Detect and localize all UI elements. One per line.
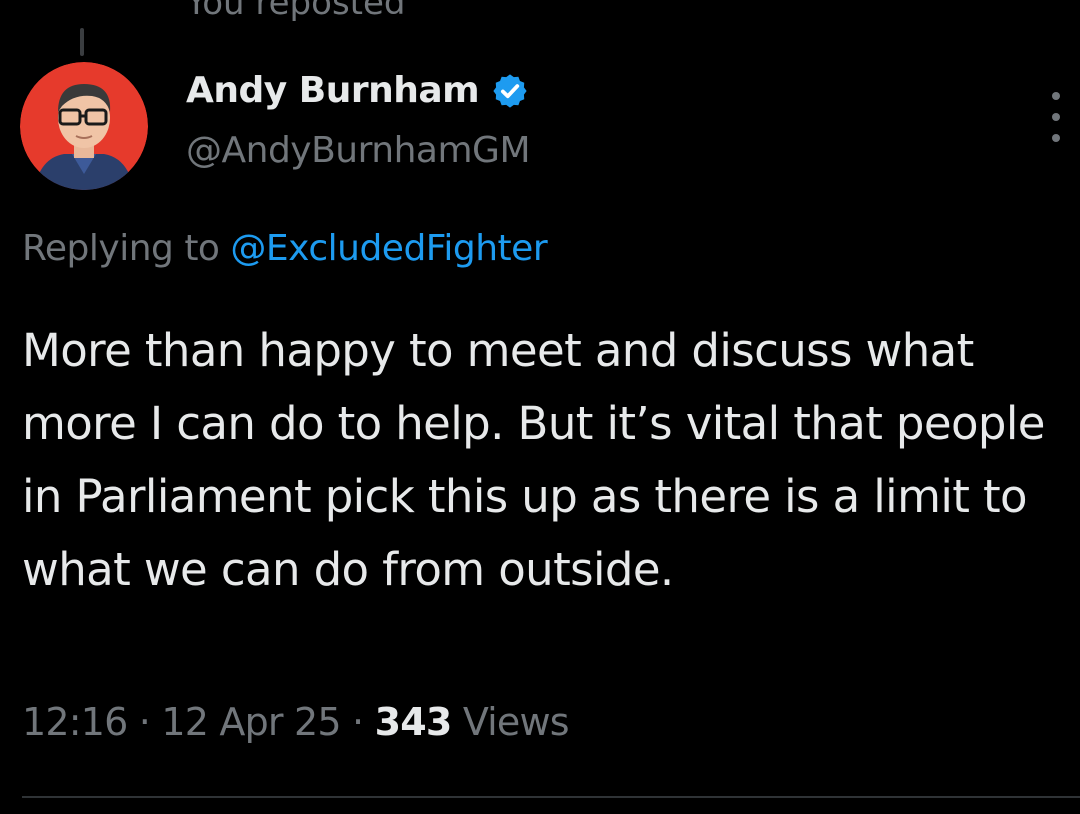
divider xyxy=(22,796,1080,798)
tweet-date[interactable]: 12 Apr 25 xyxy=(161,700,341,744)
views-label: Views xyxy=(462,700,570,744)
repost-label: You reposted xyxy=(186,0,406,23)
meta-separator: · xyxy=(352,700,364,744)
reply-context: Replying to @ExcludedFighter xyxy=(22,228,548,269)
avatar[interactable] xyxy=(20,62,148,190)
author-handle[interactable]: @AndyBurnhamGM xyxy=(186,130,531,171)
tweet-meta: 12:16 · 12 Apr 25 · 343 Views xyxy=(22,700,570,744)
more-options-button[interactable] xyxy=(1040,92,1072,142)
reply-to-handle-link[interactable]: @ExcludedFighter xyxy=(230,228,547,269)
author-name-row[interactable]: Andy Burnham xyxy=(186,70,529,111)
meta-separator: · xyxy=(138,700,151,744)
reply-prefix: Replying to xyxy=(22,228,220,269)
verified-badge-icon xyxy=(491,72,529,110)
tweet-text: More than happy to meet and discuss what… xyxy=(22,324,1045,596)
more-dot-icon xyxy=(1052,113,1060,121)
thread-connector-line xyxy=(80,28,84,56)
more-dot-icon xyxy=(1052,92,1060,100)
tweet-time[interactable]: 12:16 xyxy=(22,700,128,744)
author-display-name[interactable]: Andy Burnham xyxy=(186,70,480,111)
views-count[interactable]: 343 xyxy=(375,700,453,744)
avatar-cartoon-man-glasses-icon xyxy=(20,62,148,190)
more-dot-icon xyxy=(1052,134,1060,142)
